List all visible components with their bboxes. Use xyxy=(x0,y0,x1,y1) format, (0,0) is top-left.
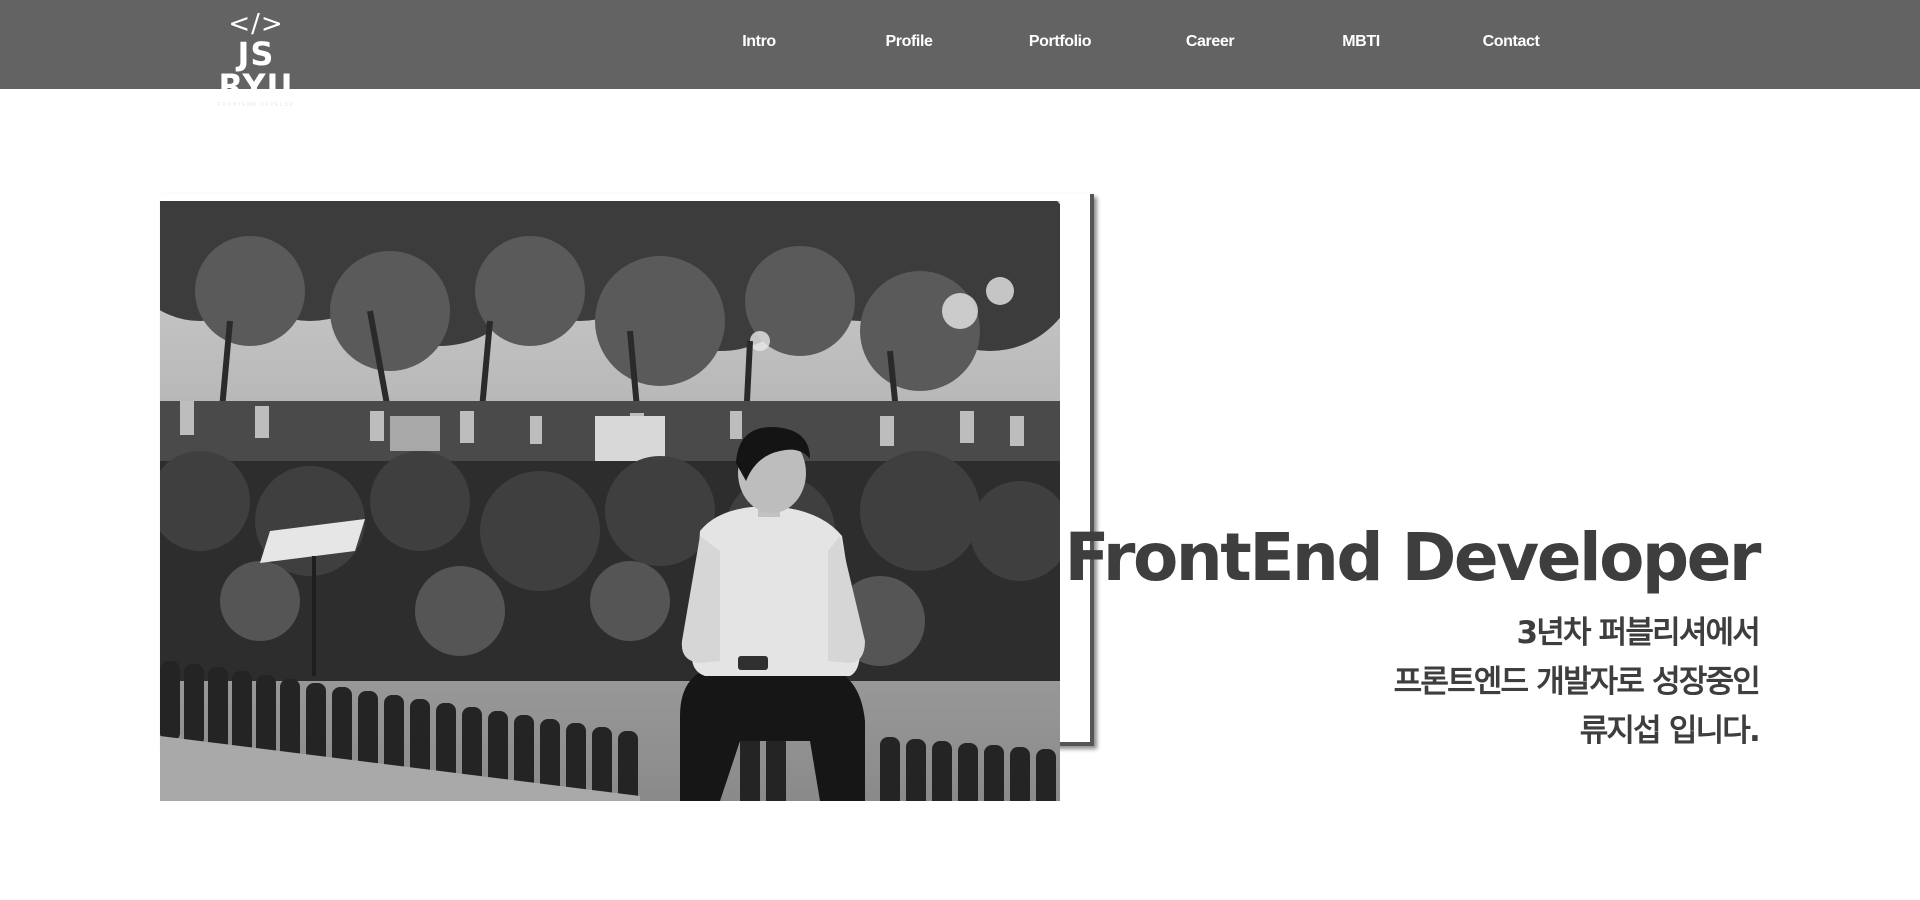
profile-photo-illustration xyxy=(160,201,1060,801)
hero-description-line: 3년차 퍼블리셔에서 xyxy=(1516,615,1760,651)
nav-item-portfolio[interactable]: Portfolio xyxy=(1029,33,1092,51)
nav-item-mbti[interactable]: MBTI xyxy=(1342,33,1380,51)
hero-description-line: 프론트엔드 개발자로 성장중인 xyxy=(1393,664,1761,700)
main-nav: Intro Profile Portfolio Career MBTI Cont… xyxy=(0,0,1920,89)
logo-subtitle: FRONTEND DEVELOP xyxy=(217,102,295,108)
nav-item-profile[interactable]: Profile xyxy=(886,33,933,51)
profile-photo xyxy=(160,201,1060,801)
site-header: </> JS RYU FRONTEND DEVELOP Intro Profil… xyxy=(0,0,1920,108)
nav-item-career[interactable]: Career xyxy=(1186,33,1235,51)
nav-item-intro[interactable]: Intro xyxy=(742,33,776,51)
hero-description-line: 류지섭 입니다. xyxy=(1579,713,1761,749)
hero-title: FrontEnd Developer xyxy=(1064,519,1762,597)
nav-item-contact[interactable]: Contact xyxy=(1483,33,1540,51)
hero-description: 3년차 퍼블리셔에서 프론트엔드 개발자로 성장중인 류지섭 입니다. xyxy=(1393,609,1761,756)
